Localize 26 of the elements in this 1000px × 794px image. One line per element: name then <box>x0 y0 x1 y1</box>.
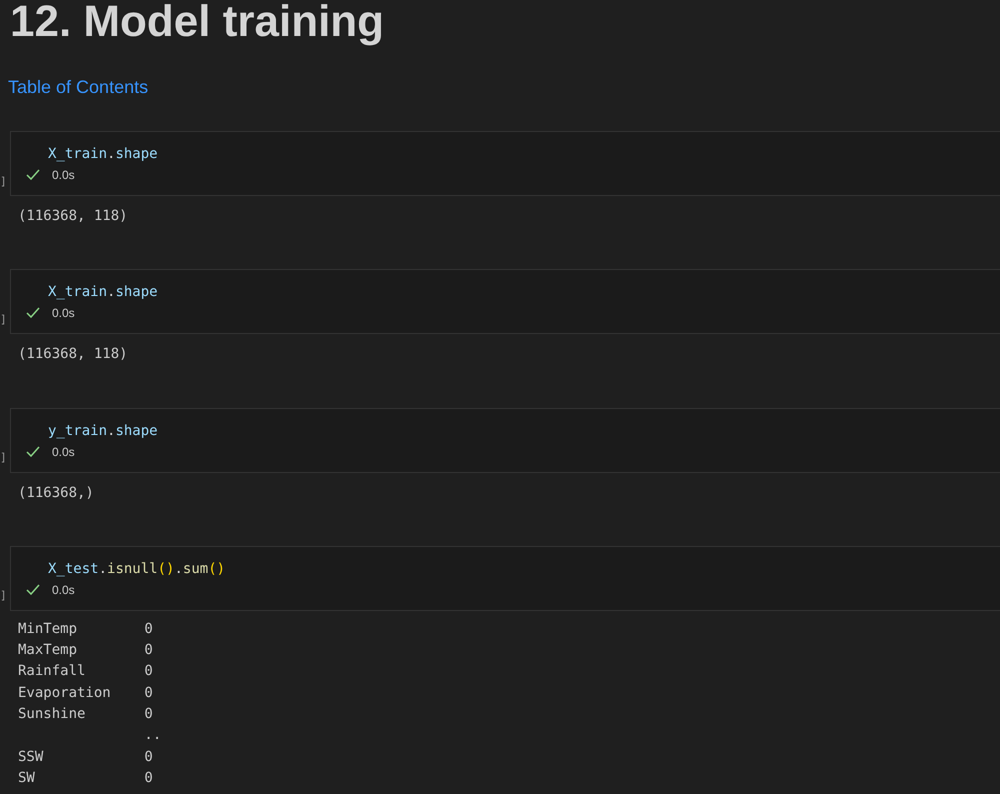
cell-output: (116368, 118) <box>17 207 129 226</box>
code-line: X_train.shape <box>48 283 159 302</box>
code-cell[interactable]: X_train.shape 0.0s <box>10 131 1000 196</box>
execution-time: 0.0s <box>52 444 75 461</box>
check-icon <box>26 446 40 458</box>
check-icon <box>26 307 40 320</box>
cell-output: MinTemp 0 MaxTemp 0 Rainfall 0 Evaporation 0 Sunshine 0 .. SSW 0 SW 0 <box>17 620 162 788</box>
check-icon <box>26 584 40 596</box>
code-cell[interactable]: X_train.shape 0.0s <box>10 269 1000 334</box>
cell-output: (116368,) <box>17 484 95 503</box>
toc-link[interactable]: Table of Contents <box>8 74 148 101</box>
code-cell[interactable]: X_test.isnull().sum() 0.0s <box>10 546 1000 611</box>
execution-time: 0.0s <box>52 167 75 184</box>
code-line: y_train.shape <box>48 422 159 441</box>
execution-label: ] <box>0 312 8 328</box>
code-cell[interactable]: y_train.shape 0.0s <box>10 408 1000 473</box>
execution-label: ] <box>0 450 8 466</box>
execution-label: ] <box>0 588 8 604</box>
check-icon <box>26 169 40 181</box>
cell-output: (116368, 118) <box>17 345 129 364</box>
execution-label: ] <box>0 174 8 190</box>
page-heading: 12. Model training <box>9 0 386 44</box>
execution-time: 0.0s <box>52 305 75 322</box>
code-line: X_test.isnull().sum() <box>48 560 226 579</box>
execution-time: 0.0s <box>52 582 75 599</box>
code-line: X_train.shape <box>48 145 159 164</box>
